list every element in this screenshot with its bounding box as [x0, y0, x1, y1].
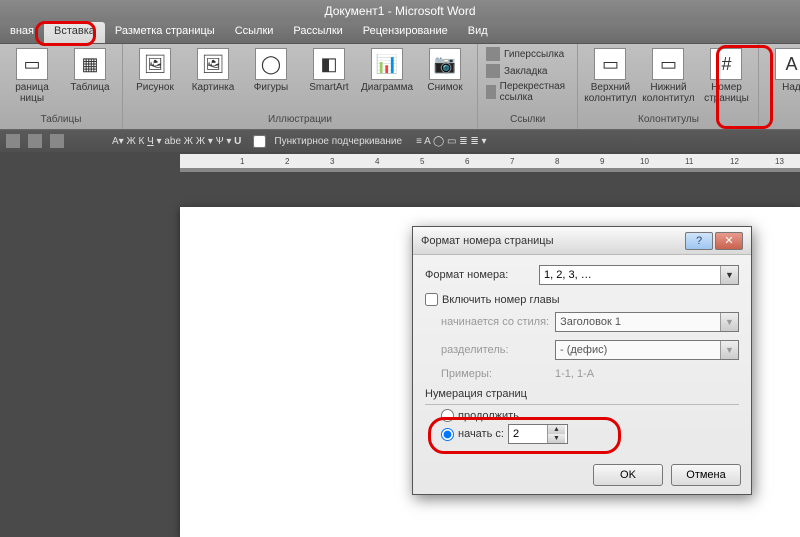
- group-label-headers: Колонтитулы: [584, 114, 752, 127]
- chevron-down-icon: ▼: [720, 341, 738, 359]
- footer-icon: ▭: [652, 48, 684, 80]
- dialog-title: Формат номера страницы: [421, 235, 685, 247]
- clipart-icon: 🖼: [197, 48, 229, 80]
- page-icon: ▭: [16, 48, 48, 80]
- page-number-icon: #: [710, 48, 742, 80]
- footer-button[interactable]: ▭Нижний колонтитул: [642, 46, 694, 106]
- shapes-button[interactable]: ◯Фигуры: [245, 46, 297, 95]
- hyperlink-button[interactable]: Гиперссылка: [484, 46, 571, 62]
- smartart-icon: ◧: [313, 48, 345, 80]
- chevron-down-icon[interactable]: ▼: [720, 266, 738, 284]
- table-button[interactable]: ▦ Таблица: [64, 46, 116, 95]
- textbox-button-cut[interactable]: AНад: [765, 46, 800, 95]
- page-numbering-label: Нумерация страниц: [425, 388, 739, 400]
- examples-label: Примеры:: [441, 368, 549, 380]
- dotted-underline-checkbox[interactable]: [253, 135, 266, 148]
- bookmark-icon: [486, 64, 500, 78]
- spin-down-icon[interactable]: ▼: [548, 434, 565, 443]
- starts-with-style-label: начинается со стиля:: [441, 316, 549, 328]
- dialog-close-button[interactable]: ✕: [715, 232, 743, 250]
- tb-icon[interactable]: [6, 134, 20, 148]
- crossref-icon: [486, 85, 496, 99]
- shapes-icon: ◯: [255, 48, 287, 80]
- picture-button[interactable]: 🖼Рисунок: [129, 46, 181, 95]
- smartart-button[interactable]: ◧SmartArt: [303, 46, 355, 95]
- page-number-button[interactable]: #Номер страницы: [700, 46, 752, 106]
- number-format-label: Формат номера:: [425, 269, 533, 281]
- start-at-spinner[interactable]: ▲▼: [508, 424, 568, 444]
- separator-label: разделитель:: [441, 344, 549, 356]
- group-illustrations: 🖼Рисунок 🖼Картинка ◯Фигуры ◧SmartArt 📊Ди…: [123, 44, 478, 129]
- examples-value: 1-1, 1-A: [555, 368, 594, 380]
- screenshot-button[interactable]: 📷Снимок: [419, 46, 471, 95]
- number-format-value[interactable]: [540, 266, 720, 284]
- include-chapter-checkbox[interactable]: [425, 293, 438, 306]
- tab-page-layout[interactable]: Разметка страницы: [105, 22, 225, 43]
- globe-icon: [486, 47, 500, 61]
- start-at-radio[interactable]: [441, 428, 454, 441]
- continue-label: продолжить: [458, 410, 519, 422]
- tb-icon[interactable]: [50, 134, 64, 148]
- starts-with-style-combo: ▼: [555, 312, 739, 332]
- dialog-help-button[interactable]: ?: [685, 232, 713, 250]
- camera-icon: 📷: [429, 48, 461, 80]
- crossref-button[interactable]: Перекрестная ссылка: [484, 80, 571, 104]
- ribbon: ▭ раница ницы ▦ Таблица Таблицы 🖼Рисунок…: [0, 44, 800, 130]
- ok-button[interactable]: OK: [593, 464, 663, 486]
- group-label-illustrations: Иллюстрации: [129, 114, 471, 127]
- picture-icon: 🖼: [139, 48, 171, 80]
- cancel-button[interactable]: Отмена: [671, 464, 741, 486]
- textbox-icon: A: [775, 48, 800, 80]
- chart-icon: 📊: [371, 48, 403, 80]
- include-chapter-label: Включить номер главы: [442, 294, 560, 306]
- start-at-label: начать с:: [458, 428, 504, 440]
- ribbon-tabs: вная Вставка Разметка страницы Ссылки Ра…: [0, 22, 800, 44]
- horizontal-ruler[interactable]: 1 2 3 4 5 6 7 8 9 10 11 12 13: [180, 154, 800, 172]
- continue-radio[interactable]: [441, 409, 454, 422]
- tb-icon[interactable]: [28, 134, 42, 148]
- group-tables: ▭ раница ницы ▦ Таблица Таблицы: [0, 44, 123, 129]
- dialog-titlebar[interactable]: Формат номера страницы ? ✕: [413, 227, 751, 255]
- group-headers-footers: ▭Верхний колонтитул ▭Нижний колонтитул #…: [578, 44, 759, 129]
- group-label-tables: Таблицы: [6, 114, 116, 127]
- start-at-input[interactable]: [509, 425, 547, 443]
- bookmark-button[interactable]: Закладка: [484, 63, 571, 79]
- tab-mailings[interactable]: Рассылки: [283, 22, 352, 43]
- header-icon: ▭: [594, 48, 626, 80]
- window-title: Документ1 - Microsoft Word: [0, 0, 800, 22]
- clipart-button[interactable]: 🖼Картинка: [187, 46, 239, 95]
- number-format-combo[interactable]: ▼: [539, 265, 739, 285]
- page-number-format-dialog: Формат номера страницы ? ✕ Формат номера…: [412, 226, 752, 495]
- group-label-links: Ссылки: [484, 114, 571, 127]
- cover-page-button[interactable]: ▭ раница ницы: [6, 46, 58, 106]
- chart-button[interactable]: 📊Диаграмма: [361, 46, 413, 95]
- tab-references[interactable]: Ссылки: [225, 22, 284, 43]
- group-text: AНад: [759, 44, 800, 129]
- group-links: Гиперссылка Закладка Перекрестная ссылка…: [478, 44, 578, 129]
- spin-up-icon[interactable]: ▲: [548, 425, 565, 434]
- separator-combo: ▼: [555, 340, 739, 360]
- chevron-down-icon: ▼: [720, 313, 738, 331]
- tab-review[interactable]: Рецензирование: [353, 22, 458, 43]
- format-toolbar: А▾ Ж К Ч ▾ abe Ж Ж ▾ Ѱ ▾ U Пунктирное по…: [0, 130, 800, 152]
- dotted-underline-label: Пунктирное подчеркивание: [274, 136, 402, 147]
- tab-view[interactable]: Вид: [458, 22, 498, 43]
- tab-home-cut[interactable]: вная: [0, 22, 44, 43]
- header-button[interactable]: ▭Верхний колонтитул: [584, 46, 636, 106]
- tab-insert[interactable]: Вставка: [44, 22, 105, 43]
- table-icon: ▦: [74, 48, 106, 80]
